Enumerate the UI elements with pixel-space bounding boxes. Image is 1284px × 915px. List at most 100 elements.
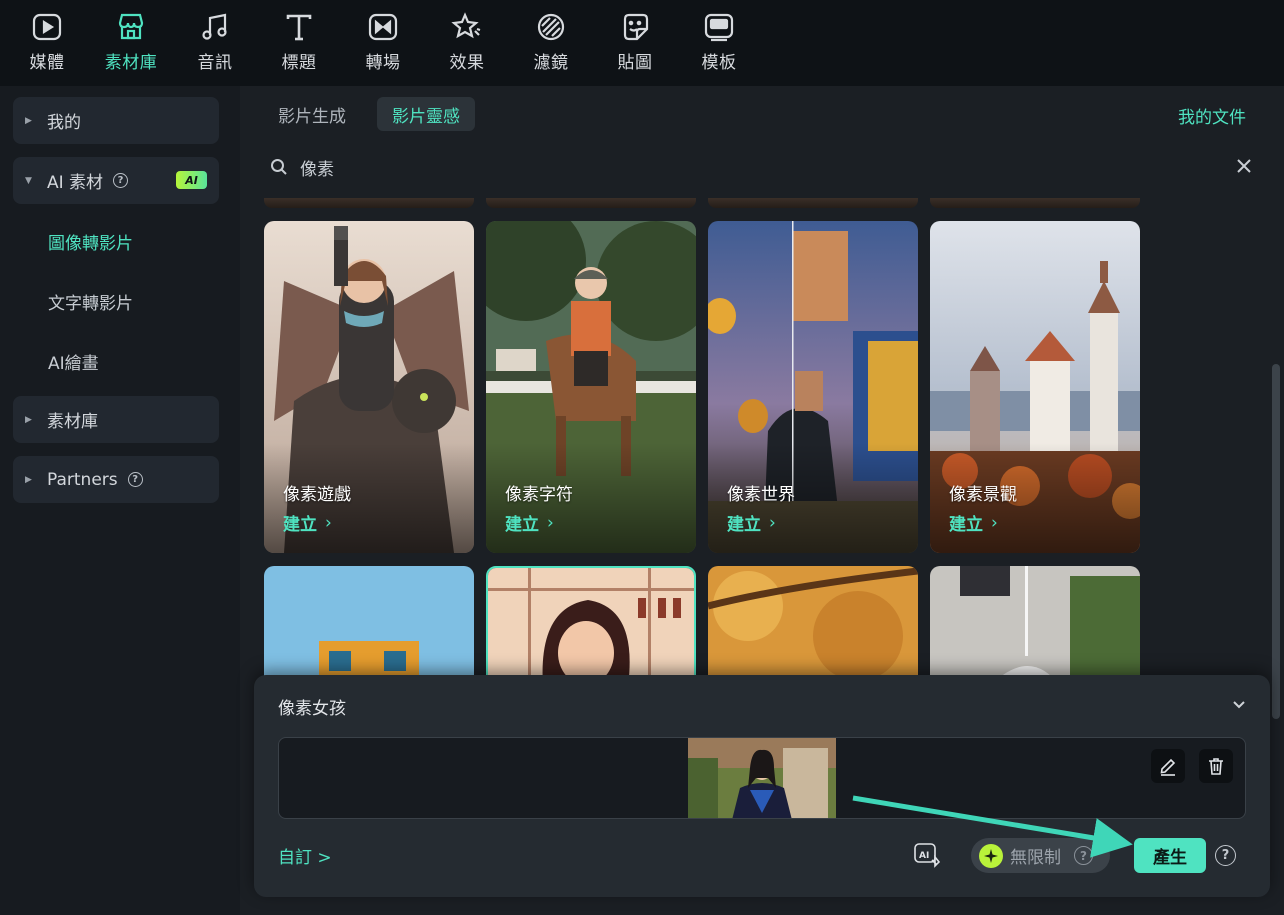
toolbar-stickers[interactable]: 貼圖 xyxy=(593,0,677,86)
card-create-link[interactable]: 建立 › xyxy=(949,510,998,536)
sidebar-group-partners-label: Partners xyxy=(47,469,118,490)
usage-pill: 無限制 ? xyxy=(971,838,1110,873)
uploaded-image-thumbnail xyxy=(688,738,836,818)
card-title: 像素世界 xyxy=(727,485,795,505)
template-card-pixel-character[interactable]: 像素字符 建立 › xyxy=(486,221,696,553)
card-image xyxy=(264,566,474,686)
my-documents-link[interactable]: 我的文件 xyxy=(1178,103,1246,128)
generate-button[interactable]: 產生 xyxy=(1134,838,1206,873)
toolbar-media-label: 媒體 xyxy=(29,53,65,73)
edit-button[interactable] xyxy=(1151,749,1185,783)
effects-star-icon xyxy=(451,12,481,39)
chevron-right-icon: › xyxy=(769,512,776,533)
card-image xyxy=(708,566,918,686)
chevron-right-icon: › xyxy=(325,512,332,533)
toolbar-filters[interactable]: 濾鏡 xyxy=(509,0,593,86)
chevron-right-icon: › xyxy=(547,512,554,533)
card-image xyxy=(488,568,694,684)
template-icon xyxy=(704,13,734,42)
prev-card-peek xyxy=(486,198,696,208)
template-card-pixel-landscape[interactable]: 像素景觀 建立 › xyxy=(930,221,1140,553)
template-card-pixel-game[interactable]: 像素遊戲 建立 › xyxy=(264,221,474,553)
toolbar-audio[interactable]: 音訊 xyxy=(173,0,257,86)
sidebar-group-ai-assets[interactable]: ▼ AI 素材 ? AI xyxy=(13,157,219,204)
store-icon xyxy=(118,13,144,40)
card-create-label: 建立 xyxy=(505,515,539,535)
top-toolbar: 媒體 素材庫 音訊 標題 轉場 效果 濾鏡 貼圖 模板 xyxy=(0,0,1284,86)
sidebar-item-text-to-video[interactable]: 文字轉影片 xyxy=(48,289,133,314)
toolbar-transitions[interactable]: 轉場 xyxy=(341,0,425,86)
template-card[interactable] xyxy=(264,566,474,686)
help-icon[interactable]: ? xyxy=(127,472,143,487)
caret-right-icon: ▶ xyxy=(25,115,32,126)
card-create-label: 建立 xyxy=(727,515,761,535)
toolbar-stickers-label: 貼圖 xyxy=(617,53,653,73)
card-title: 像素遊戲 xyxy=(283,485,351,505)
search-icon xyxy=(271,159,287,175)
toolbar-templates-label: 模板 xyxy=(701,53,737,73)
toolbar-audio-label: 音訊 xyxy=(197,53,233,73)
image-upload-area[interactable] xyxy=(278,737,1246,819)
card-image xyxy=(930,566,1140,686)
chevron-right-icon: › xyxy=(991,512,998,533)
sidebar-group-my[interactable]: ▶ 我的 xyxy=(13,97,219,144)
text-t-icon xyxy=(286,14,312,41)
sidebar-group-ai-label: AI 素材 xyxy=(47,173,104,193)
template-card-pixel-world[interactable]: 像素世界 建立 › xyxy=(708,221,918,553)
toolbar-titles[interactable]: 標題 xyxy=(257,0,341,86)
caret-right-icon: ▶ xyxy=(25,414,32,425)
prev-card-peek xyxy=(264,198,474,208)
ai-badge: AI xyxy=(176,171,207,189)
sidebar-group-my-label: 我的 xyxy=(47,113,81,133)
sidebar-group-library[interactable]: ▶ 素材庫 xyxy=(13,396,219,443)
template-card[interactable] xyxy=(930,566,1140,686)
close-icon[interactable] xyxy=(1234,156,1254,176)
sidebar: ▶ 我的 ▼ AI 素材 ? AI 圖像轉影片 文字轉影片 AI繪畫 ▶ 素材庫… xyxy=(0,86,240,915)
tab-video-generation[interactable]: 影片生成 xyxy=(263,97,361,131)
chevron-down-icon[interactable] xyxy=(1230,695,1248,713)
card-create-link[interactable]: 建立 › xyxy=(505,510,554,536)
help-icon[interactable]: ? xyxy=(1215,845,1236,866)
sticker-icon xyxy=(623,13,649,41)
card-title: 像素景觀 xyxy=(949,485,1017,505)
search-bar xyxy=(270,152,1254,182)
delete-button[interactable] xyxy=(1199,749,1233,783)
toolbar-effects[interactable]: 效果 xyxy=(425,0,509,86)
sidebar-group-partners[interactable]: ▶ Partners ? xyxy=(13,456,219,503)
toolbar-transitions-label: 轉場 xyxy=(365,53,401,73)
card-title: 像素字符 xyxy=(505,485,573,505)
search-input[interactable] xyxy=(300,157,1180,177)
card-create-label: 建立 xyxy=(283,515,317,535)
svg-text:AI: AI xyxy=(919,851,929,861)
toolbar-templates[interactable]: 模板 xyxy=(677,0,761,86)
toolbar-library[interactable]: 素材庫 xyxy=(89,0,173,86)
template-card[interactable] xyxy=(708,566,918,686)
sidebar-group-library-label: 素材庫 xyxy=(47,412,98,432)
caret-down-icon: ▼ xyxy=(25,175,32,186)
music-note-icon xyxy=(202,13,227,40)
toolbar-media[interactable]: 媒體 xyxy=(5,0,89,86)
prev-card-peek xyxy=(708,198,918,208)
card-create-link[interactable]: 建立 › xyxy=(283,510,332,536)
custom-link[interactable]: 自訂 > xyxy=(278,843,332,868)
filter-icon xyxy=(537,13,565,41)
prev-card-peek xyxy=(930,198,1140,208)
card-create-link[interactable]: 建立 › xyxy=(727,510,776,536)
scrollbar[interactable] xyxy=(1272,364,1280,719)
template-card-selected[interactable] xyxy=(486,566,696,686)
card-create-label: 建立 xyxy=(949,515,983,535)
tab-video-inspiration[interactable]: 影片靈感 xyxy=(377,97,475,131)
transition-icon xyxy=(368,13,398,41)
help-icon[interactable]: ? xyxy=(113,173,129,188)
sidebar-item-ai-painting[interactable]: AI繪畫 xyxy=(48,349,99,374)
ai-image-tool-icon[interactable]: AI xyxy=(913,841,941,869)
toolbar-filters-label: 濾鏡 xyxy=(533,53,569,73)
sparkle-icon xyxy=(979,843,1003,868)
help-icon[interactable]: ? xyxy=(1074,846,1093,865)
trash-icon xyxy=(1209,758,1223,775)
toolbar-library-label: 素材庫 xyxy=(104,53,158,73)
panel-title: 像素女孩 xyxy=(278,699,346,719)
sidebar-item-image-to-video[interactable]: 圖像轉影片 xyxy=(48,229,133,254)
media-icon xyxy=(32,13,62,41)
pencil-icon xyxy=(1160,758,1176,776)
